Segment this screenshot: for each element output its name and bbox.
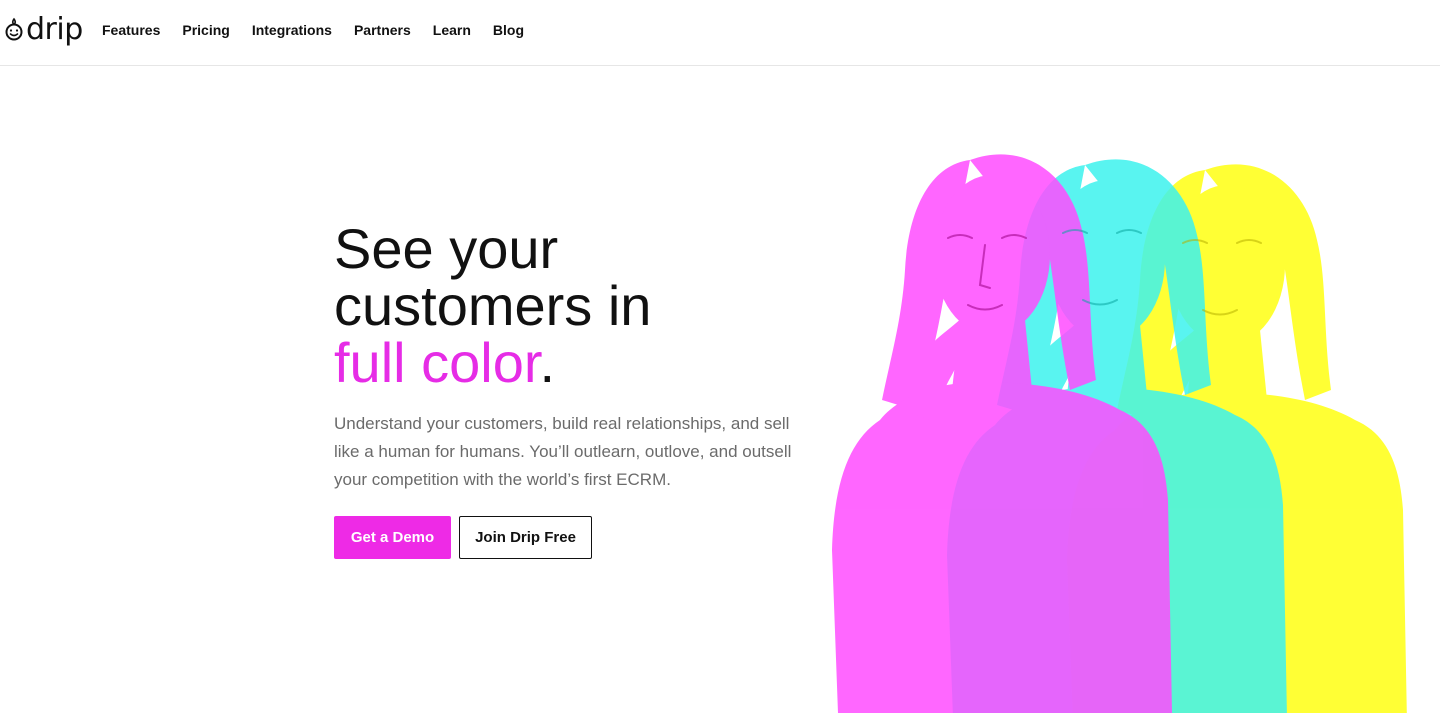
hero-subtext: Understand your customers, build real re… xyxy=(334,414,792,489)
nav-item-pricing[interactable]: Pricing xyxy=(182,21,229,39)
headline-accent: full color xyxy=(334,331,540,394)
headline-period: . xyxy=(539,331,555,394)
smile-drop-icon xyxy=(5,17,23,41)
top-nav: drip Features Pricing Integrations Partn… xyxy=(0,0,1440,66)
nav-item-features[interactable]: Features xyxy=(102,21,160,39)
get-demo-button[interactable]: Get a Demo xyxy=(334,516,451,559)
nav-item-integrations[interactable]: Integrations xyxy=(252,21,332,39)
headline-line-1: See your xyxy=(334,217,559,280)
nav-item-learn[interactable]: Learn xyxy=(433,21,471,39)
nav-item-partners[interactable]: Partners xyxy=(354,21,411,39)
nav-links: Features Pricing Integrations Partners L… xyxy=(102,21,546,39)
hero-headline: See your customers in full color. xyxy=(334,220,814,391)
page: drip Features Pricing Integrations Partn… xyxy=(0,0,1440,713)
nav-item-blog[interactable]: Blog xyxy=(493,21,524,39)
tri-color-woman-portrait xyxy=(832,154,1407,713)
logo[interactable]: drip xyxy=(4,10,83,50)
headline-line-2: customers in xyxy=(334,274,652,337)
hero-image xyxy=(820,120,1420,713)
join-free-button[interactable]: Join Drip Free xyxy=(459,516,592,559)
logo-text: drip xyxy=(26,12,83,47)
